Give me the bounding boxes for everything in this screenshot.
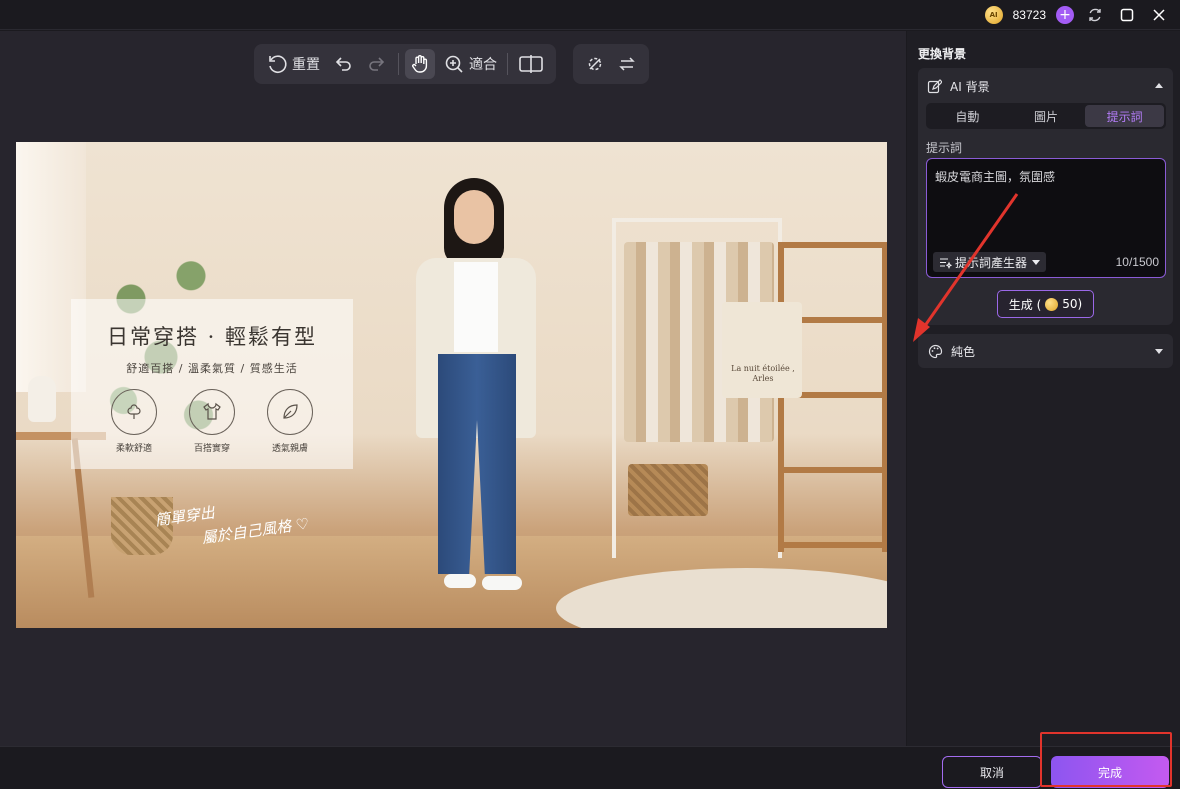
panel-title: 更換背景 <box>918 47 967 61</box>
redo-icon <box>369 57 385 71</box>
generate-cost: 50) <box>1062 297 1083 311</box>
solid-color-section[interactable]: 純色 <box>918 334 1173 368</box>
prompt-generator-label: 提示詞產生器 <box>955 255 1028 270</box>
undo-button[interactable] <box>328 49 358 79</box>
collapse-caret-icon[interactable] <box>1155 83 1163 88</box>
jeans <box>438 354 516 574</box>
list-sparkle-icon <box>940 257 952 269</box>
cancel-button[interactable]: 取消 <box>942 756 1042 788</box>
toolbar-divider <box>398 53 399 75</box>
reset-button[interactable]: 重置 <box>262 49 324 79</box>
fit-label: 適合 <box>469 57 497 73</box>
chevron-down-icon <box>1032 259 1041 265</box>
feature-label: 透氣親膚 <box>271 444 308 454</box>
feature-label: 柔軟舒適 <box>115 444 152 454</box>
pan-tool-button[interactable] <box>405 49 435 79</box>
hand-icon <box>412 55 428 73</box>
mode-tabs: 自動 圖片 提示詞 <box>926 103 1166 129</box>
solid-color-label: 純色 <box>951 344 976 359</box>
tab-auto[interactable]: 自動 <box>928 105 1007 127</box>
feature-breathable: 透氣親膚 <box>266 389 314 454</box>
wicker-basket <box>628 464 708 516</box>
coin-icon <box>1045 297 1059 311</box>
editor-canvas[interactable]: 重置 適合 La nuit étoilée , Arles 日常穿搭 · 輕鬆有… <box>0 31 906 746</box>
prompt-field-label: 提示詞 <box>926 141 963 155</box>
leaf-icon <box>267 389 313 435</box>
prompt-textarea[interactable]: 蝦皮電商主圖，氛圍感 提示詞產生器 10/1500 <box>926 158 1166 278</box>
shoe-right <box>482 576 522 590</box>
generate-label: 生成 ( <box>1008 297 1042 312</box>
ai-background-card: AI 背景 自動 圖片 提示詞 提示詞 蝦皮電商主圖，氛圍感 提示詞產生器 10… <box>918 68 1173 325</box>
reset-icon <box>269 55 287 73</box>
feature-versatile: 百搭實穿 <box>188 389 236 454</box>
tshirt-icon <box>189 389 235 435</box>
title-bar: AI 83723 + <box>0 0 1180 30</box>
close-icon[interactable] <box>1148 4 1170 26</box>
feature-soft: 柔軟舒適 <box>110 389 158 454</box>
ai-background-header[interactable]: AI 背景 <box>927 78 1167 94</box>
ai-coin-icon: AI <box>984 6 1003 24</box>
cotton-icon <box>111 389 157 435</box>
product-photo[interactable]: La nuit étoilée , Arles 日常穿搭 · 輕鬆有型 舒適百搭… <box>16 142 887 628</box>
redo-button[interactable] <box>362 49 392 79</box>
tab-image[interactable]: 圖片 <box>1007 105 1086 127</box>
shoe-left <box>444 574 476 588</box>
magic-eraser-button[interactable] <box>581 49 609 79</box>
reset-label: 重置 <box>292 57 320 73</box>
canvas-toolbar-secondary <box>573 44 649 84</box>
character-counter: 10/1500 <box>1115 255 1159 269</box>
compare-button[interactable] <box>514 49 548 79</box>
edit-icon <box>927 78 942 93</box>
swap-button[interactable] <box>613 49 641 79</box>
swap-icon <box>619 57 635 71</box>
tote-bag: La nuit étoilée , Arles <box>722 302 802 398</box>
white-tee <box>454 262 498 352</box>
magic-eraser-icon <box>588 57 602 71</box>
undo-icon <box>335 57 351 71</box>
prompt-value[interactable]: 蝦皮電商主圖，氛圍感 <box>935 168 1055 185</box>
generate-button[interactable]: 生成 ( 50) <box>997 290 1094 318</box>
toolbar-divider <box>507 53 508 75</box>
add-credits-button[interactable]: + <box>1056 6 1074 24</box>
promo-title: 日常穿搭 · 輕鬆有型 <box>106 325 318 349</box>
maximize-icon[interactable] <box>1116 4 1138 26</box>
compare-icon <box>519 55 543 73</box>
title-bar-controls: AI 83723 + <box>984 0 1180 30</box>
feature-label: 百搭實穿 <box>193 444 230 454</box>
palette-icon <box>928 344 943 358</box>
tote-bag-text: La nuit étoilée , Arles <box>731 364 795 383</box>
tab-prompt[interactable]: 提示詞 <box>1085 105 1165 127</box>
app-window: AI 83723 + 重置 適合 La nuit étoilée , Arles… <box>0 0 1180 789</box>
promo-card: 日常穿搭 · 輕鬆有型 舒適百搭 / 溫柔氣質 / 質感生活 柔軟舒適 百搭實穿 <box>71 299 353 469</box>
fit-button[interactable]: 適合 <box>439 49 501 79</box>
vase <box>28 376 56 422</box>
prompt-generator-dropdown[interactable]: 提示詞產生器 <box>933 252 1047 272</box>
done-button[interactable]: 完成 <box>1051 756 1169 788</box>
face <box>454 190 494 244</box>
promo-features: 柔軟舒適 百搭實穿 透氣親膚 <box>71 389 353 454</box>
ai-background-label: AI 背景 <box>950 79 990 94</box>
canvas-toolbar: 重置 適合 <box>254 44 556 84</box>
credits-count: 83723 <box>1012 8 1046 22</box>
expand-caret-icon[interactable] <box>1155 349 1163 354</box>
footer-bar: 取消 完成 <box>0 746 1180 789</box>
model-person <box>396 178 556 612</box>
sync-icon[interactable] <box>1084 4 1106 26</box>
replace-background-panel: 更換背景 AI 背景 自動 圖片 提示詞 提示詞 蝦皮電商主圖，氛圍感 提示詞產… <box>907 31 1180 746</box>
promo-subtitle: 舒適百搭 / 溫柔氣質 / 質感生活 <box>126 362 298 375</box>
zoom-fit-icon <box>445 55 463 73</box>
